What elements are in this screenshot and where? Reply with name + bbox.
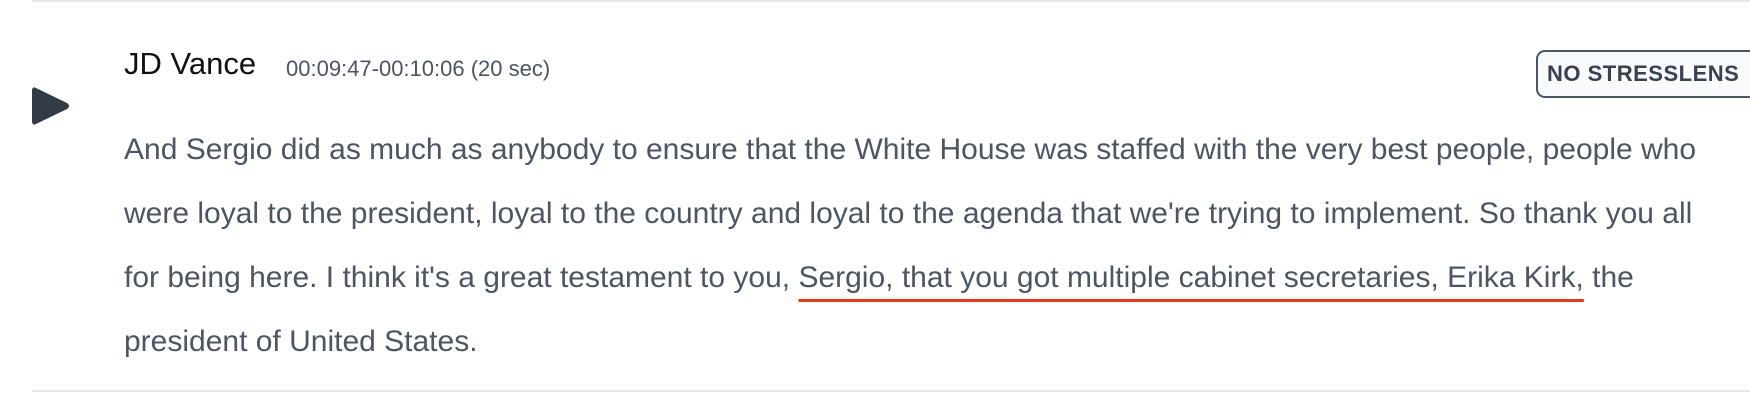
transcript-text: And Sergio did as much as anybody to ens…: [124, 118, 1714, 374]
top-divider: [32, 0, 1750, 2]
bottom-divider: [32, 390, 1750, 392]
speaker-name: JD Vance: [124, 46, 257, 81]
play-icon: [32, 87, 69, 125]
play-button[interactable]: [30, 84, 72, 128]
segment-timestamp: 00:09:47-00:10:06 (20 sec): [286, 56, 551, 81]
stresslens-badge[interactable]: NO STRESSLENS: [1536, 50, 1750, 98]
highlighted-phrase[interactable]: Sergio, that you got multiple cabinet se…: [798, 261, 1583, 294]
